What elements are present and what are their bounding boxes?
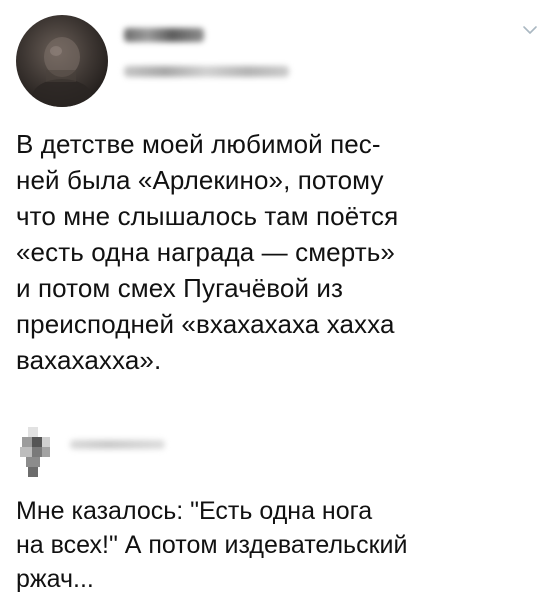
- reply-text: Мне казалось: "Есть одна нога на всех!" …: [16, 497, 408, 593]
- author-display-name-redacted[interactable]: [124, 28, 204, 42]
- reply-author-name-redacted[interactable]: [70, 440, 165, 449]
- tweet-text: В детстве моей любимой пес- ней была «Ар…: [16, 129, 399, 375]
- chevron-down-icon[interactable]: [522, 24, 538, 36]
- user-avatar-icon[interactable]: [16, 15, 108, 107]
- author-handle-redacted[interactable]: [124, 66, 289, 77]
- pixelated-avatar-icon[interactable]: [16, 427, 54, 477]
- tweet-card: В детстве моей любимой пес- ней была «Ар…: [0, 0, 549, 604]
